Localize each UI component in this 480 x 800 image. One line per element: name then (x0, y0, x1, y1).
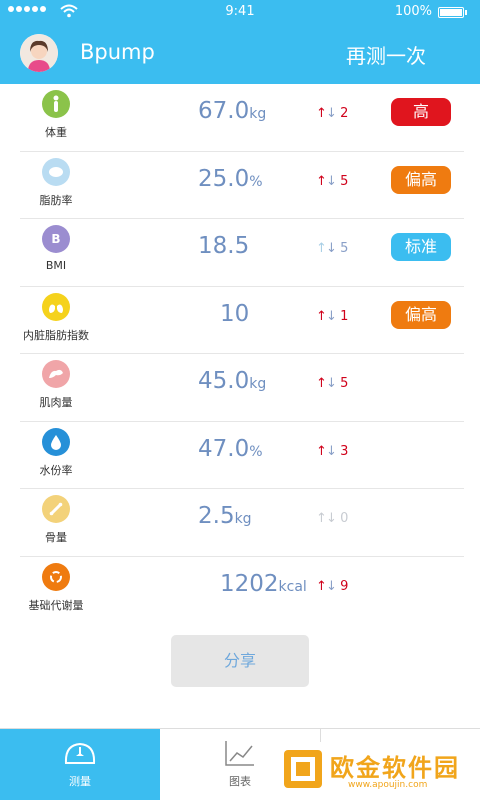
metric-row[interactable]: 内脏脂肪指数 10 ↑↓ 1 偏高 (20, 287, 464, 354)
metric-label: 骨量 (45, 531, 67, 544)
watermark: 欧金软件园 www.apoujin.com (278, 742, 478, 800)
trend-count: 5 (340, 173, 349, 189)
muscle-icon (42, 360, 70, 388)
metric-row[interactable]: 脂肪率 25.0% ↑↓ 5 偏高 (20, 152, 464, 219)
app-header: 9:41 100% Bpump 再测一次 (0, 0, 480, 84)
avatar-image (20, 34, 58, 72)
arrow-up-icon: ↑ (316, 443, 327, 459)
share-button[interactable]: 分享 (171, 635, 309, 687)
metric-row[interactable]: B BMI 18.5 ↑↓ 5 标准 (20, 219, 464, 287)
trend-count: 2 (340, 106, 349, 121)
metric-label: 体重 (45, 126, 67, 139)
arrow-down-icon: ↓ (326, 376, 337, 391)
person-icon (42, 90, 70, 118)
metric-value: 25.0% (198, 165, 263, 192)
bmi-icon: B (42, 225, 70, 253)
bone-icon (42, 495, 70, 523)
trend-count: 0 (340, 511, 349, 526)
metric-label: BMI (45, 259, 67, 272)
scale-icon (64, 742, 96, 764)
arrow-up-icon: ↑ (316, 578, 327, 594)
avatar[interactable] (20, 34, 58, 72)
arrow-down-icon: ↓ (326, 578, 337, 594)
metric-trend: ↑↓ 5 (316, 241, 348, 256)
fat-icon (42, 157, 70, 186)
watermark-logo-icon (284, 750, 322, 788)
trend-count: 3 (340, 443, 349, 459)
trend-count: 5 (340, 241, 349, 256)
metric-row[interactable]: 基础代谢量 1202kcal ↑↓ 9 (20, 557, 464, 625)
metric-trend: ↑↓ 5 (316, 174, 348, 189)
metrics-list: 体重 67.0kg ↑↓ 2 高 脂肪率 25.0% ↑↓ 5 偏高 B BMI… (20, 84, 464, 624)
status-badge: 高 (391, 98, 451, 126)
arrow-up-icon: ↑ (316, 376, 327, 391)
metric-value: 18.5 (198, 233, 250, 259)
watermark-url: www.apoujin.com (348, 780, 428, 790)
arrow-up-icon: ↑ (316, 241, 327, 256)
lungs-icon (42, 292, 70, 321)
recycle-icon (42, 562, 70, 591)
trend-count: 1 (340, 308, 349, 324)
metric-trend: ↑↓ 0 (316, 511, 348, 526)
page-title: Bpump (80, 40, 155, 64)
status-badge: 偏高 (391, 165, 451, 194)
arrow-down-icon: ↓ (326, 511, 337, 526)
metric-label: 基础代谢量 (28, 598, 84, 612)
arrow-down-icon: ↓ (326, 173, 337, 189)
metric-trend: ↑↓ 5 (316, 376, 348, 391)
metric-row[interactable]: 水份率 47.0% ↑↓ 3 (20, 422, 464, 489)
metric-value: 10 (220, 300, 250, 327)
metric-label: 脂肪率 (39, 193, 73, 207)
metric-label: 肌肉量 (39, 396, 73, 409)
status-bar: 9:41 100% (0, 4, 480, 22)
status-badge: 偏高 (391, 300, 451, 329)
metric-row[interactable]: 体重 67.0kg ↑↓ 2 高 (20, 84, 464, 152)
tab-measure[interactable]: 测量 (0, 729, 160, 800)
arrow-down-icon: ↓ (326, 241, 337, 256)
metric-trend: ↑↓ 3 (316, 444, 348, 459)
battery-icon (438, 7, 464, 18)
metric-value: 47.0% (198, 435, 263, 462)
watermark-text: 欧金软件园 (330, 754, 460, 782)
metric-label: 内脏脂肪指数 (23, 328, 89, 342)
battery-percent: 100% (394, 4, 432, 19)
status-badge: 标准 (391, 233, 451, 261)
arrow-down-icon: ↓ (326, 443, 337, 459)
trend-count: 9 (340, 578, 349, 594)
arrow-up-icon: ↑ (316, 173, 327, 189)
metric-label: 水份率 (39, 463, 73, 477)
metric-value: 45.0kg (198, 368, 267, 394)
retest-button[interactable]: 再测一次 (346, 40, 426, 69)
metric-trend: ↑↓ 1 (316, 309, 348, 324)
metric-trend: ↑↓ 2 (316, 106, 348, 121)
arrow-down-icon: ↓ (326, 106, 337, 121)
arrow-up-icon: ↑ (316, 106, 327, 121)
chart-icon (225, 741, 254, 766)
metric-row[interactable]: 肌肉量 45.0kg ↑↓ 5 (20, 354, 464, 422)
arrow-up-icon: ↑ (316, 308, 327, 324)
metric-trend: ↑↓ 9 (316, 579, 348, 594)
trend-count: 5 (340, 376, 349, 391)
metric-value: 1202kcal (220, 570, 307, 597)
metric-row[interactable]: 骨量 2.5kg ↑↓ 0 (20, 489, 464, 557)
water-drop-icon (42, 427, 70, 456)
metric-value: 67.0kg (198, 98, 267, 124)
arrow-down-icon: ↓ (326, 308, 337, 324)
metric-value: 2.5kg (198, 503, 252, 529)
arrow-up-icon: ↑ (316, 511, 327, 526)
tab-label: 测量 (69, 775, 91, 788)
